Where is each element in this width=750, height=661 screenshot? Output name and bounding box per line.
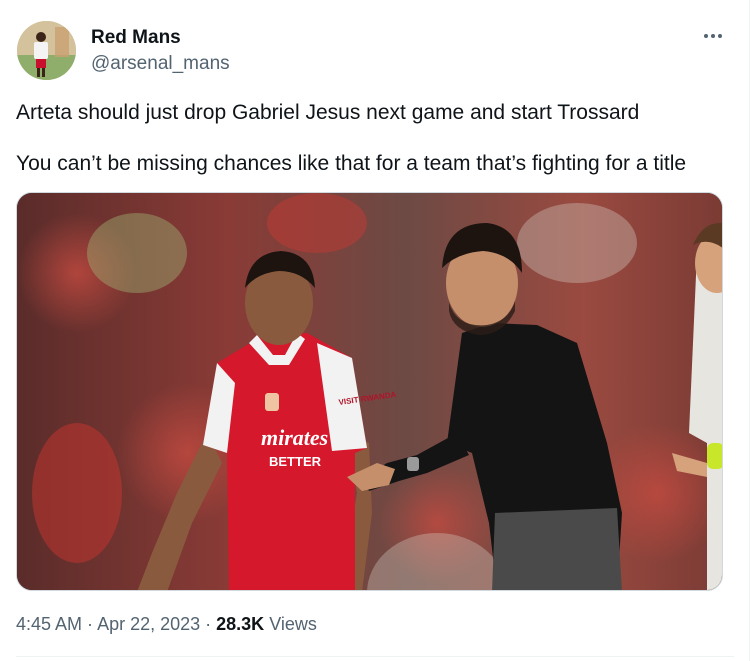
shirt-sponsor-line-2: BETTER xyxy=(269,454,322,469)
dot xyxy=(704,34,708,38)
more-horizontal-icon[interactable] xyxy=(700,26,726,46)
views-label: Views xyxy=(269,614,317,634)
shirt-sponsor-line-1: mirates xyxy=(261,425,328,450)
tweet-meta: 4:45 AM · Apr 22, 2023 · 28.3K Views xyxy=(16,614,317,635)
tweet-card: Red Mans @arsenal_mans Arteta should jus… xyxy=(0,0,750,661)
tweet-time[interactable]: 4:45 AM xyxy=(16,614,82,634)
views-count: 28.3K xyxy=(216,614,265,634)
author-display-name[interactable]: Red Mans xyxy=(91,27,181,49)
tweet-text-line-2: You can’t be missing chances like that f… xyxy=(16,152,687,175)
photo-illustration: mirates BETTER VISIT RWANDA xyxy=(17,193,722,590)
avatar-image xyxy=(17,21,76,80)
avatar[interactable] xyxy=(17,21,76,80)
meta-separator: · xyxy=(82,614,98,634)
tweet-photo[interactable]: mirates BETTER VISIT RWANDA xyxy=(16,192,723,591)
dot xyxy=(718,34,722,38)
meta-separator: · xyxy=(200,614,217,634)
author-handle[interactable]: @arsenal_mans xyxy=(91,53,230,75)
dot xyxy=(711,34,715,38)
tweet-text-line-1: Arteta should just drop Gabriel Jesus ne… xyxy=(16,101,640,124)
tweet-date[interactable]: Apr 22, 2023 xyxy=(97,614,200,634)
divider xyxy=(16,656,734,657)
